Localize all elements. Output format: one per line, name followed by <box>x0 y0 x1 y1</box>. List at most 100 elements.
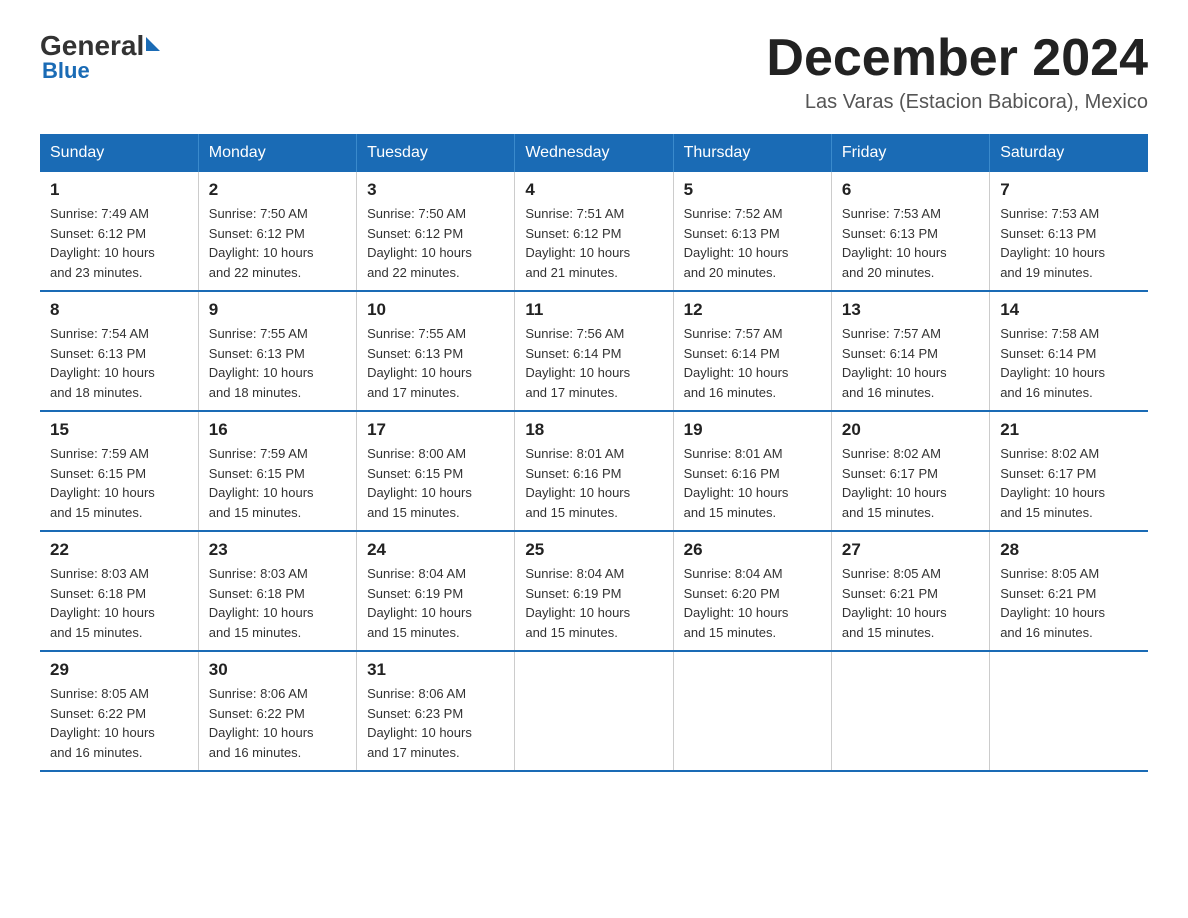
day-info: Sunrise: 8:06 AMSunset: 6:23 PMDaylight:… <box>367 684 504 762</box>
day-info: Sunrise: 7:58 AMSunset: 6:14 PMDaylight:… <box>1000 324 1138 402</box>
calendar-cell: 16 Sunrise: 7:59 AMSunset: 6:15 PMDayligh… <box>198 411 356 531</box>
day-info: Sunrise: 7:53 AMSunset: 6:13 PMDaylight:… <box>1000 204 1138 282</box>
calendar-cell: 30 Sunrise: 8:06 AMSunset: 6:22 PMDayligh… <box>198 651 356 771</box>
day-number: 24 <box>367 540 504 560</box>
calendar-week-row: 1 Sunrise: 7:49 AMSunset: 6:12 PMDaylight… <box>40 172 1148 291</box>
calendar-cell: 15 Sunrise: 7:59 AMSunset: 6:15 PMDayligh… <box>40 411 198 531</box>
day-info: Sunrise: 7:57 AMSunset: 6:14 PMDaylight:… <box>684 324 821 402</box>
calendar-cell <box>515 651 673 771</box>
day-info: Sunrise: 7:57 AMSunset: 6:14 PMDaylight:… <box>842 324 979 402</box>
header-tuesday: Tuesday <box>357 134 515 172</box>
day-number: 15 <box>50 420 188 440</box>
logo-triangle-icon <box>146 37 160 51</box>
day-number: 21 <box>1000 420 1138 440</box>
calendar-cell: 29 Sunrise: 8:05 AMSunset: 6:22 PMDayligh… <box>40 651 198 771</box>
day-number: 26 <box>684 540 821 560</box>
day-number: 12 <box>684 300 821 320</box>
day-info: Sunrise: 7:59 AMSunset: 6:15 PMDaylight:… <box>50 444 188 522</box>
calendar-cell: 24 Sunrise: 8:04 AMSunset: 6:19 PMDayligh… <box>357 531 515 651</box>
header-sunday: Sunday <box>40 134 198 172</box>
day-info: Sunrise: 7:50 AMSunset: 6:12 PMDaylight:… <box>367 204 504 282</box>
calendar-cell: 17Sunrise: 8:00 AMSunset: 6:15 PMDayligh… <box>357 411 515 531</box>
day-info: Sunrise: 8:06 AMSunset: 6:22 PMDaylight:… <box>209 684 346 762</box>
day-info: Sunrise: 7:49 AMSunset: 6:12 PMDaylight:… <box>50 204 188 282</box>
day-number: 3 <box>367 180 504 200</box>
calendar-week-row: 22Sunrise: 8:03 AMSunset: 6:18 PMDayligh… <box>40 531 1148 651</box>
location-subtitle: Las Varas (Estacion Babicora), Mexico <box>766 91 1148 114</box>
day-number: 25 <box>525 540 662 560</box>
header-friday: Friday <box>831 134 989 172</box>
day-info: Sunrise: 7:52 AMSunset: 6:13 PMDaylight:… <box>684 204 821 282</box>
day-info: Sunrise: 8:05 AMSunset: 6:21 PMDaylight:… <box>1000 564 1138 642</box>
day-number: 9 <box>209 300 346 320</box>
calendar-cell: 25 Sunrise: 8:04 AMSunset: 6:19 PMDayligh… <box>515 531 673 651</box>
calendar-cell: 19Sunrise: 8:01 AMSunset: 6:16 PMDayligh… <box>673 411 831 531</box>
day-info: Sunrise: 8:03 AMSunset: 6:18 PMDaylight:… <box>209 564 346 642</box>
day-number: 16 <box>209 420 346 440</box>
calendar-cell <box>831 651 989 771</box>
calendar-cell: 3 Sunrise: 7:50 AMSunset: 6:12 PMDaylight… <box>357 172 515 291</box>
day-number: 23 <box>209 540 346 560</box>
header-monday: Monday <box>198 134 356 172</box>
day-info: Sunrise: 8:01 AMSunset: 6:16 PMDaylight:… <box>525 444 662 522</box>
month-title: December 2024 <box>766 30 1148 87</box>
day-info: Sunrise: 7:51 AMSunset: 6:12 PMDaylight:… <box>525 204 662 282</box>
day-info: Sunrise: 7:55 AMSunset: 6:13 PMDaylight:… <box>367 324 504 402</box>
day-number: 4 <box>525 180 662 200</box>
header-thursday: Thursday <box>673 134 831 172</box>
day-number: 5 <box>684 180 821 200</box>
day-info: Sunrise: 7:56 AMSunset: 6:14 PMDaylight:… <box>525 324 662 402</box>
day-info: Sunrise: 8:02 AMSunset: 6:17 PMDaylight:… <box>1000 444 1138 522</box>
day-number: 2 <box>209 180 346 200</box>
calendar-week-row: 15 Sunrise: 7:59 AMSunset: 6:15 PMDayligh… <box>40 411 1148 531</box>
calendar-cell: 9Sunrise: 7:55 AMSunset: 6:13 PMDaylight… <box>198 291 356 411</box>
calendar-cell: 10 Sunrise: 7:55 AMSunset: 6:13 PMDayligh… <box>357 291 515 411</box>
calendar-cell: 31 Sunrise: 8:06 AMSunset: 6:23 PMDayligh… <box>357 651 515 771</box>
day-number: 10 <box>367 300 504 320</box>
calendar-cell: 11Sunrise: 7:56 AMSunset: 6:14 PMDayligh… <box>515 291 673 411</box>
page-header: General Blue December 2024 Las Varas (Es… <box>40 30 1148 114</box>
calendar-cell: 18 Sunrise: 8:01 AMSunset: 6:16 PMDayligh… <box>515 411 673 531</box>
day-info: Sunrise: 8:05 AMSunset: 6:21 PMDaylight:… <box>842 564 979 642</box>
day-number: 13 <box>842 300 979 320</box>
day-info: Sunrise: 7:59 AMSunset: 6:15 PMDaylight:… <box>209 444 346 522</box>
calendar-cell: 12 Sunrise: 7:57 AMSunset: 6:14 PMDayligh… <box>673 291 831 411</box>
day-info: Sunrise: 8:04 AMSunset: 6:20 PMDaylight:… <box>684 564 821 642</box>
day-info: Sunrise: 8:02 AMSunset: 6:17 PMDaylight:… <box>842 444 979 522</box>
calendar-cell: 21 Sunrise: 8:02 AMSunset: 6:17 PMDayligh… <box>990 411 1148 531</box>
logo-blue-text: Blue <box>42 58 90 84</box>
day-info: Sunrise: 8:05 AMSunset: 6:22 PMDaylight:… <box>50 684 188 762</box>
day-info: Sunrise: 8:04 AMSunset: 6:19 PMDaylight:… <box>367 564 504 642</box>
day-number: 1 <box>50 180 188 200</box>
day-number: 28 <box>1000 540 1138 560</box>
day-number: 27 <box>842 540 979 560</box>
calendar-cell <box>673 651 831 771</box>
calendar-cell: 28 Sunrise: 8:05 AMSunset: 6:21 PMDayligh… <box>990 531 1148 651</box>
day-number: 30 <box>209 660 346 680</box>
calendar-cell: 20Sunrise: 8:02 AMSunset: 6:17 PMDayligh… <box>831 411 989 531</box>
header-wednesday: Wednesday <box>515 134 673 172</box>
day-number: 18 <box>525 420 662 440</box>
calendar-cell: 14Sunrise: 7:58 AMSunset: 6:14 PMDayligh… <box>990 291 1148 411</box>
day-info: Sunrise: 7:53 AMSunset: 6:13 PMDaylight:… <box>842 204 979 282</box>
day-number: 6 <box>842 180 979 200</box>
calendar-week-row: 29 Sunrise: 8:05 AMSunset: 6:22 PMDayligh… <box>40 651 1148 771</box>
day-number: 31 <box>367 660 504 680</box>
calendar-cell <box>990 651 1148 771</box>
calendar-cell: 23 Sunrise: 8:03 AMSunset: 6:18 PMDayligh… <box>198 531 356 651</box>
day-number: 7 <box>1000 180 1138 200</box>
calendar-cell: 22Sunrise: 8:03 AMSunset: 6:18 PMDayligh… <box>40 531 198 651</box>
day-info: Sunrise: 7:50 AMSunset: 6:12 PMDaylight:… <box>209 204 346 282</box>
day-number: 19 <box>684 420 821 440</box>
calendar-cell: 1 Sunrise: 7:49 AMSunset: 6:12 PMDaylight… <box>40 172 198 291</box>
day-number: 29 <box>50 660 188 680</box>
calendar-header-row: SundayMondayTuesdayWednesdayThursdayFrid… <box>40 134 1148 172</box>
calendar-cell: 4 Sunrise: 7:51 AMSunset: 6:12 PMDaylight… <box>515 172 673 291</box>
day-number: 8 <box>50 300 188 320</box>
calendar-cell: 26 Sunrise: 8:04 AMSunset: 6:20 PMDayligh… <box>673 531 831 651</box>
day-info: Sunrise: 7:54 AMSunset: 6:13 PMDaylight:… <box>50 324 188 402</box>
calendar-cell: 6 Sunrise: 7:53 AMSunset: 6:13 PMDaylight… <box>831 172 989 291</box>
calendar-cell: 7 Sunrise: 7:53 AMSunset: 6:13 PMDaylight… <box>990 172 1148 291</box>
day-info: Sunrise: 8:04 AMSunset: 6:19 PMDaylight:… <box>525 564 662 642</box>
logo: General Blue <box>40 30 160 84</box>
